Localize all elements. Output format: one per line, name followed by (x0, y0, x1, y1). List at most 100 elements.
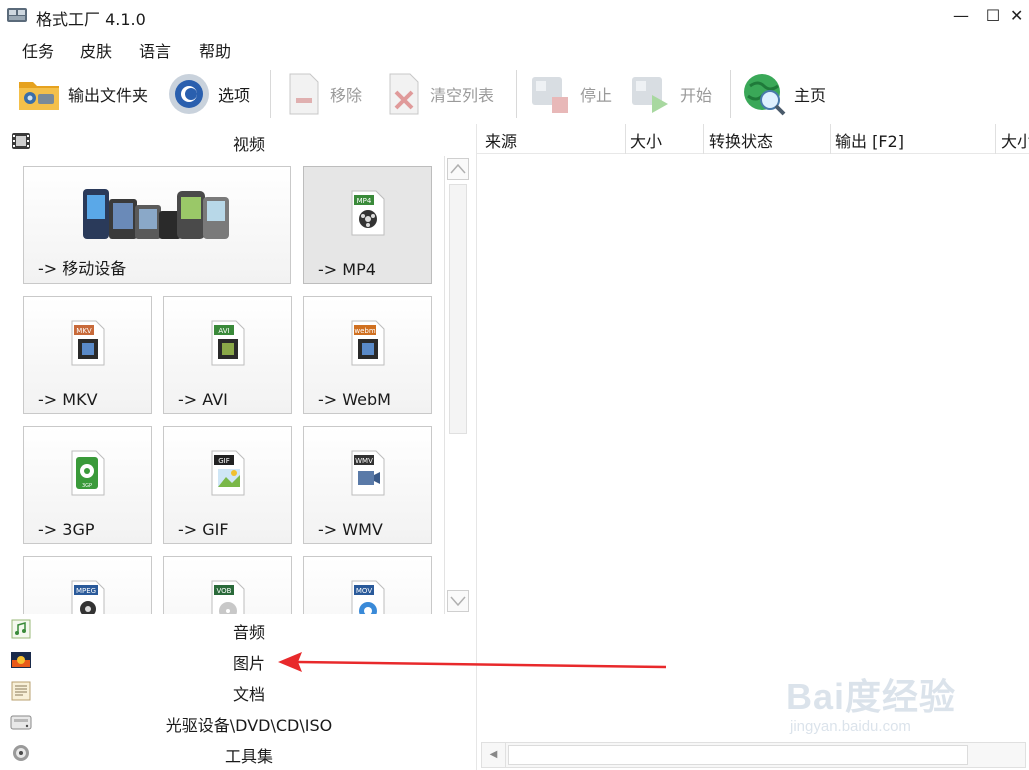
options-button[interactable]: 选项 (166, 68, 250, 120)
column-divider[interactable] (703, 124, 704, 154)
chevron-down-icon (450, 596, 466, 607)
format-grid-scrollbar[interactable] (444, 156, 470, 614)
column-status[interactable]: 转换状态 (709, 128, 773, 152)
category-video-label: 视频 (232, 135, 265, 154)
tile-mpeg[interactable]: MPEG (23, 556, 152, 614)
scroll-thumb[interactable] (449, 184, 467, 434)
svg-text:MPEG: MPEG (75, 587, 95, 595)
category-disc-drive[interactable]: 光驱设备\DVD\CD\ISO (0, 707, 474, 737)
mobile-devices-icon (83, 189, 229, 239)
options-label: 选项 (218, 86, 251, 105)
3gp-file-icon: 3GP (71, 450, 104, 496)
mkv-file-icon: MKV (71, 320, 104, 366)
menu-language[interactable]: 语言 (139, 38, 171, 62)
category-video-header[interactable]: 视频 (0, 126, 474, 156)
column-size[interactable]: 大小 (630, 128, 662, 152)
menu-task[interactable]: 任务 (22, 38, 54, 62)
remove-button[interactable]: 移除 (284, 68, 362, 120)
gear-icon (169, 74, 209, 114)
tile-webm[interactable]: webm -> WebM (303, 296, 432, 414)
svg-text:WMV: WMV (355, 457, 373, 465)
video-format-grid: -> 移动设备 MP4 -> MP4 MKV -> MKV AVI -> AVI… (0, 156, 474, 614)
mov-file-icon: MOV (351, 580, 384, 614)
scroll-up-button[interactable] (447, 158, 469, 180)
stop-button[interactable]: 停止 (528, 68, 612, 120)
tile-mobile-devices[interactable]: -> 移动设备 (23, 166, 291, 284)
gif-file-icon: GIF (211, 450, 244, 496)
tile-gif[interactable]: GIF -> GIF (163, 426, 292, 544)
column-output[interactable]: 输出 [F2] (835, 128, 904, 152)
tile-wmv[interactable]: WMV -> WMV (303, 426, 432, 544)
tile-webm-label: -> WebM (318, 390, 391, 409)
remove-label: 移除 (330, 86, 363, 105)
tile-wmv-label: -> WMV (318, 520, 383, 539)
toolbar-separator (270, 70, 271, 118)
start-label: 开始 (680, 86, 713, 105)
tile-gif-label: -> GIF (178, 520, 229, 539)
column-output-size[interactable]: 大小 (1001, 128, 1029, 152)
category-disc-drive-label: 光驱设备\DVD\CD\ISO (165, 716, 333, 735)
menu-bar: 任务 皮肤 语言 帮助 (0, 34, 1029, 62)
tile-mkv-label: -> MKV (38, 390, 98, 409)
svg-text:MP4: MP4 (356, 197, 371, 205)
menu-skin[interactable]: 皮肤 (80, 38, 112, 62)
column-divider[interactable] (830, 124, 831, 154)
webm-file-icon: webm (351, 320, 384, 366)
tile-mp4[interactable]: MP4 -> MP4 (303, 166, 432, 284)
start-button[interactable]: 开始 (628, 68, 712, 120)
column-source[interactable]: 来源 (485, 128, 517, 152)
clear-list-button[interactable]: 清空列表 (384, 68, 494, 120)
maximize-button[interactable]: ☐ (978, 4, 1008, 28)
wmv-file-icon: WMV (351, 450, 384, 496)
svg-text:MKV: MKV (76, 327, 92, 335)
mp4-file-icon: MP4 (351, 190, 384, 236)
avi-file-icon: AVI (211, 320, 244, 366)
stop-label: 停止 (580, 86, 613, 105)
category-toolbox[interactable]: 工具集 (0, 738, 474, 768)
output-folder-button[interactable]: 输出文件夹 (16, 68, 148, 120)
home-label: 主页 (794, 86, 827, 105)
title-bar: 格式工厂 4.1.0 — ☐ ✕ (0, 0, 1029, 32)
category-toolbox-label: 工具集 (224, 747, 273, 766)
tile-avi[interactable]: AVI -> AVI (163, 296, 292, 414)
toolbar: 输出文件夹 选项 移除 清空列表 停止 开始 主页 (0, 64, 1029, 124)
clear-list-icon (389, 73, 419, 115)
mpeg-file-icon: MPEG (71, 580, 104, 614)
column-divider[interactable] (625, 124, 626, 154)
format-factory-app-icon (7, 8, 27, 22)
watermark-sub-text: jingyan.baidu.com (790, 718, 911, 735)
svg-text:AVI: AVI (218, 327, 229, 335)
output-folder-label: 输出文件夹 (68, 86, 149, 105)
folder-icon (19, 82, 59, 110)
toolbar-separator (516, 70, 517, 118)
svg-text:VOB: VOB (216, 587, 231, 595)
tile-mp4-label: -> MP4 (318, 260, 376, 279)
tile-mobile-devices-label: -> 移动设备 (38, 259, 127, 278)
home-button[interactable]: 主页 (740, 68, 826, 120)
scroll-down-button[interactable] (447, 590, 469, 612)
tile-mkv[interactable]: MKV -> MKV (23, 296, 152, 414)
tile-mov[interactable]: MOV (303, 556, 432, 614)
tile-3gp[interactable]: 3GP -> 3GP (23, 426, 152, 544)
stop-icon (532, 77, 568, 113)
svg-text:MOV: MOV (355, 587, 371, 595)
minimize-button[interactable]: — (946, 4, 976, 28)
svg-text:GIF: GIF (218, 457, 230, 465)
toolbar-separator (730, 70, 731, 118)
category-document[interactable]: 文档 (0, 676, 474, 706)
task-list-header: 来源 大小 转换状态 输出 [F2] 大小 (477, 124, 1029, 154)
tile-avi-label: -> AVI (178, 390, 228, 409)
clear-list-label: 清空列表 (430, 86, 495, 105)
tile-vob[interactable]: VOB (163, 556, 292, 614)
chevron-up-icon (450, 163, 466, 174)
start-icon (632, 77, 668, 113)
category-audio-label: 音频 (232, 623, 265, 642)
menu-help[interactable]: 帮助 (199, 38, 231, 62)
column-divider[interactable] (995, 124, 996, 154)
vob-file-icon: VOB (211, 580, 244, 614)
window-title: 格式工厂 4.1.0 (36, 10, 146, 29)
category-audio[interactable]: 音频 (0, 614, 474, 644)
watermark-main-text: Bai度经验 (786, 676, 957, 717)
close-button[interactable]: ✕ (1010, 4, 1029, 28)
scroll-left-button[interactable]: ◀ (482, 743, 506, 767)
